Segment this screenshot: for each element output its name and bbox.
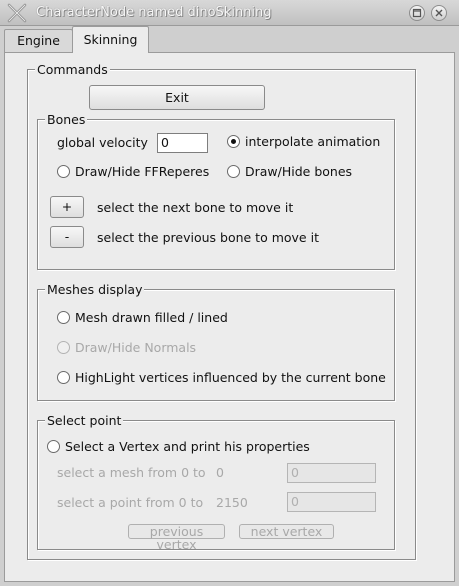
mesh-max-value: 0 (216, 465, 224, 480)
close-button[interactable] (431, 5, 447, 21)
mesh-filled-label: Mesh drawn filled / lined (75, 310, 228, 325)
previous-bone-button[interactable]: - (50, 226, 84, 248)
app-x-icon (7, 3, 27, 23)
ffrepere-radio[interactable] (57, 165, 70, 178)
meshes-display-legend: Meshes display (45, 282, 145, 297)
next-bone-button[interactable]: + (50, 196, 84, 218)
select-point-legend: Select point (45, 413, 124, 428)
previous-vertex-button[interactable]: previous vertex (128, 524, 225, 551)
point-max-value: 2150 (216, 495, 248, 510)
next-bone-description: select the next bone to move it (97, 200, 294, 215)
global-velocity-label: global velocity (57, 135, 148, 150)
mesh-filled-radio[interactable] (57, 311, 70, 324)
maximize-icon (412, 8, 422, 18)
select-vertex-radio[interactable] (47, 440, 60, 453)
tab-engine[interactable]: Engine (4, 29, 73, 52)
point-index-input[interactable]: 0 (287, 492, 376, 512)
window-title: CharacterNode named dinoSkinning (36, 5, 272, 20)
commands-legend: Commands (35, 62, 110, 77)
draw-bones-radio[interactable] (227, 165, 240, 178)
draw-normals-radio[interactable] (57, 341, 70, 354)
bones-legend: Bones (45, 112, 88, 127)
next-vertex-button[interactable]: next vertex (239, 524, 334, 539)
draw-bones-label: Draw/Hide bones (245, 164, 353, 179)
previous-bone-description: select the previous bone to move it (97, 230, 319, 245)
draw-normals-label: Draw/Hide Normals (75, 340, 197, 355)
global-velocity-input[interactable]: 0 (157, 133, 208, 153)
maximize-button[interactable] (409, 5, 425, 21)
exit-button[interactable]: Exit (89, 85, 265, 110)
mesh-range-label: select a mesh from 0 to (57, 465, 206, 480)
highlight-vertices-radio[interactable] (57, 371, 70, 384)
interpolate-animation-label: interpolate animation (245, 134, 381, 149)
mesh-index-input[interactable]: 0 (287, 463, 376, 483)
point-range-label: select a point from 0 to (57, 495, 204, 510)
ffrepere-label: Draw/Hide FFReperes (75, 164, 210, 179)
close-icon (435, 9, 443, 17)
select-vertex-label: Select a Vertex and print his properties (65, 439, 310, 454)
interpolate-animation-radio[interactable] (227, 135, 240, 148)
tab-skinning[interactable]: Skinning (72, 26, 149, 53)
highlight-vertices-label: HighLight vertices influenced by the cur… (75, 370, 386, 385)
